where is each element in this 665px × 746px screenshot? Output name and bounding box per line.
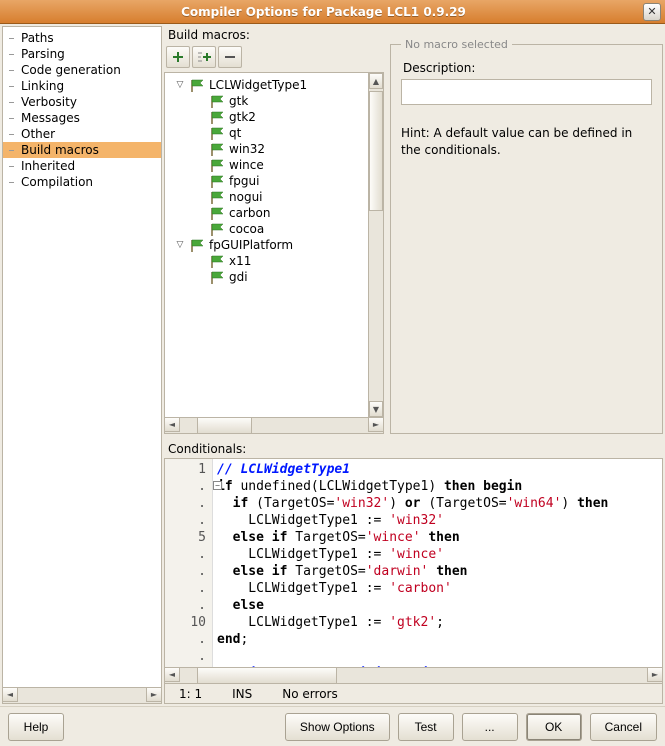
editor-code[interactable]: // LCLWidgetType1if undefined(LCLWidgetT… (213, 459, 612, 667)
tree-hscroll[interactable]: ◄ ► (164, 418, 384, 434)
tree-node[interactable]: nogui (165, 189, 383, 205)
flag-icon (209, 159, 225, 171)
conditionals-label: Conditionals: (164, 440, 663, 458)
expander-icon[interactable]: ▽ (175, 240, 185, 250)
test-button[interactable]: Test (398, 713, 454, 741)
bottom-bar: Help Show Options Test ... OK Cancel (0, 706, 665, 746)
editor-hscroll[interactable]: ◄ ► (164, 668, 663, 684)
cursor-position: 1: 1 (179, 687, 202, 701)
flag-icon (209, 207, 225, 219)
tree-label: win32 (229, 142, 265, 156)
description-label: Description: (403, 61, 650, 75)
close-button[interactable]: ✕ (643, 3, 661, 21)
main-area: PathsParsingCode generationLinkingVerbos… (0, 24, 665, 706)
titlebar: Compiler Options for Package LCL1 0.9.29… (0, 0, 665, 24)
tree-node[interactable]: gtk (165, 93, 383, 109)
add-macro-value-button[interactable] (192, 46, 216, 68)
content: Build macros: ▽LCLWidgetType1gtkgtk2qtwi… (164, 26, 663, 704)
insert-mode: INS (232, 687, 252, 701)
macros-tree[interactable]: ▽ LCLWidgetType1 gtk gtk2 qt win32 wince fpgui n… (164, 72, 384, 418)
sidebar-item-paths[interactable]: Paths (3, 30, 161, 46)
help-button[interactable]: Help (8, 713, 64, 741)
sidebar-item-parsing[interactable]: Parsing (3, 46, 161, 62)
tree-label: cocoa (229, 222, 264, 236)
tree-label: gdi (229, 270, 248, 284)
tree-node[interactable]: ▽ fpGUIPlatform (165, 237, 383, 253)
tree-node[interactable]: qt (165, 125, 383, 141)
sidebar-item-verbosity[interactable]: Verbosity (3, 94, 161, 110)
flag-icon (209, 271, 225, 283)
flag-icon (189, 239, 205, 251)
show-options-button[interactable]: Show Options (285, 713, 390, 741)
tree-label: gtk (229, 94, 248, 108)
error-status: No errors (282, 687, 337, 701)
scroll-left-icon[interactable]: ◄ (164, 417, 180, 432)
scroll-down-icon[interactable]: ▼ (369, 401, 383, 417)
tree-label: LCLWidgetType1 (209, 78, 307, 92)
tree-node[interactable]: gtk2 (165, 109, 383, 125)
flag-icon (209, 143, 225, 155)
scroll-left-icon[interactable]: ◄ (164, 667, 180, 682)
tree-node[interactable]: fpgui (165, 173, 383, 189)
tree-label: gtk2 (229, 110, 256, 124)
flag-icon (209, 95, 225, 107)
sidebar-item-other[interactable]: Other (3, 126, 161, 142)
tree-label: fpGUIPlatform (209, 238, 293, 252)
tree-node[interactable]: x11 (165, 253, 383, 269)
flag-icon (189, 79, 205, 91)
macro-hint-text: Hint: A default value can be defined in … (401, 125, 652, 159)
tree-node[interactable]: win32 (165, 141, 383, 157)
scroll-up-icon[interactable]: ▲ (369, 73, 383, 89)
sidebar-item-linking[interactable]: Linking (3, 78, 161, 94)
sidebar-item-code-generation[interactable]: Code generation (3, 62, 161, 78)
sidebar-list[interactable]: PathsParsingCode generationLinkingVerbos… (2, 26, 162, 688)
flag-icon (209, 255, 225, 267)
flag-icon (209, 127, 225, 139)
remove-macro-button[interactable] (218, 46, 242, 68)
sidebar-hscroll[interactable]: ◄ ► (2, 688, 162, 704)
flag-icon (209, 175, 225, 187)
tree-label: nogui (229, 190, 263, 204)
tree-label: x11 (229, 254, 251, 268)
expander-icon[interactable]: ▽ (175, 80, 185, 90)
tree-vscroll[interactable]: ▲ ▼ (368, 73, 383, 417)
conditionals-editor[interactable]: 1.−..5....10.... // LCLWidgetType1if und… (164, 458, 663, 668)
tree-label: carbon (229, 206, 270, 220)
scroll-right-icon[interactable]: ► (146, 687, 162, 702)
flag-icon (209, 191, 225, 203)
editor-statusbar: 1: 1 INS No errors (164, 684, 663, 704)
tree-label: fpgui (229, 174, 259, 188)
tree-node[interactable]: wince (165, 157, 383, 173)
scroll-right-icon[interactable]: ► (647, 667, 663, 682)
editor-gutter: 1.−..5....10.... (165, 459, 213, 667)
ok-button[interactable]: OK (526, 713, 582, 741)
flag-icon (209, 111, 225, 123)
sidebar: PathsParsingCode generationLinkingVerbos… (2, 26, 162, 704)
macro-details-panel: No macro selected Description: Hint: A d… (390, 44, 663, 434)
flag-icon (209, 223, 225, 235)
sidebar-item-compilation[interactable]: Compilation (3, 174, 161, 190)
tree-node[interactable]: ▽ LCLWidgetType1 (165, 77, 383, 93)
conditionals-section: Conditionals: 1.−..5....10.... // LCLWid… (164, 440, 663, 704)
tree-node[interactable]: carbon (165, 205, 383, 221)
add-macro-button[interactable] (166, 46, 190, 68)
cancel-button[interactable]: Cancel (590, 713, 657, 741)
scroll-left-icon[interactable]: ◄ (2, 687, 18, 702)
tree-label: qt (229, 126, 241, 140)
tree-label: wince (229, 158, 264, 172)
description-input[interactable] (401, 79, 652, 105)
window-title: Compiler Options for Package LCL1 0.9.29 (4, 5, 643, 19)
more-button[interactable]: ... (462, 713, 518, 741)
tree-node[interactable]: gdi (165, 269, 383, 285)
macros-toolbar (164, 44, 384, 72)
tree-node[interactable]: cocoa (165, 221, 383, 237)
sidebar-item-messages[interactable]: Messages (3, 110, 161, 126)
macro-panel-legend: No macro selected (401, 38, 512, 51)
sidebar-item-build-macros[interactable]: Build macros (3, 142, 161, 158)
scroll-right-icon[interactable]: ► (368, 417, 384, 432)
sidebar-item-inherited[interactable]: Inherited (3, 158, 161, 174)
